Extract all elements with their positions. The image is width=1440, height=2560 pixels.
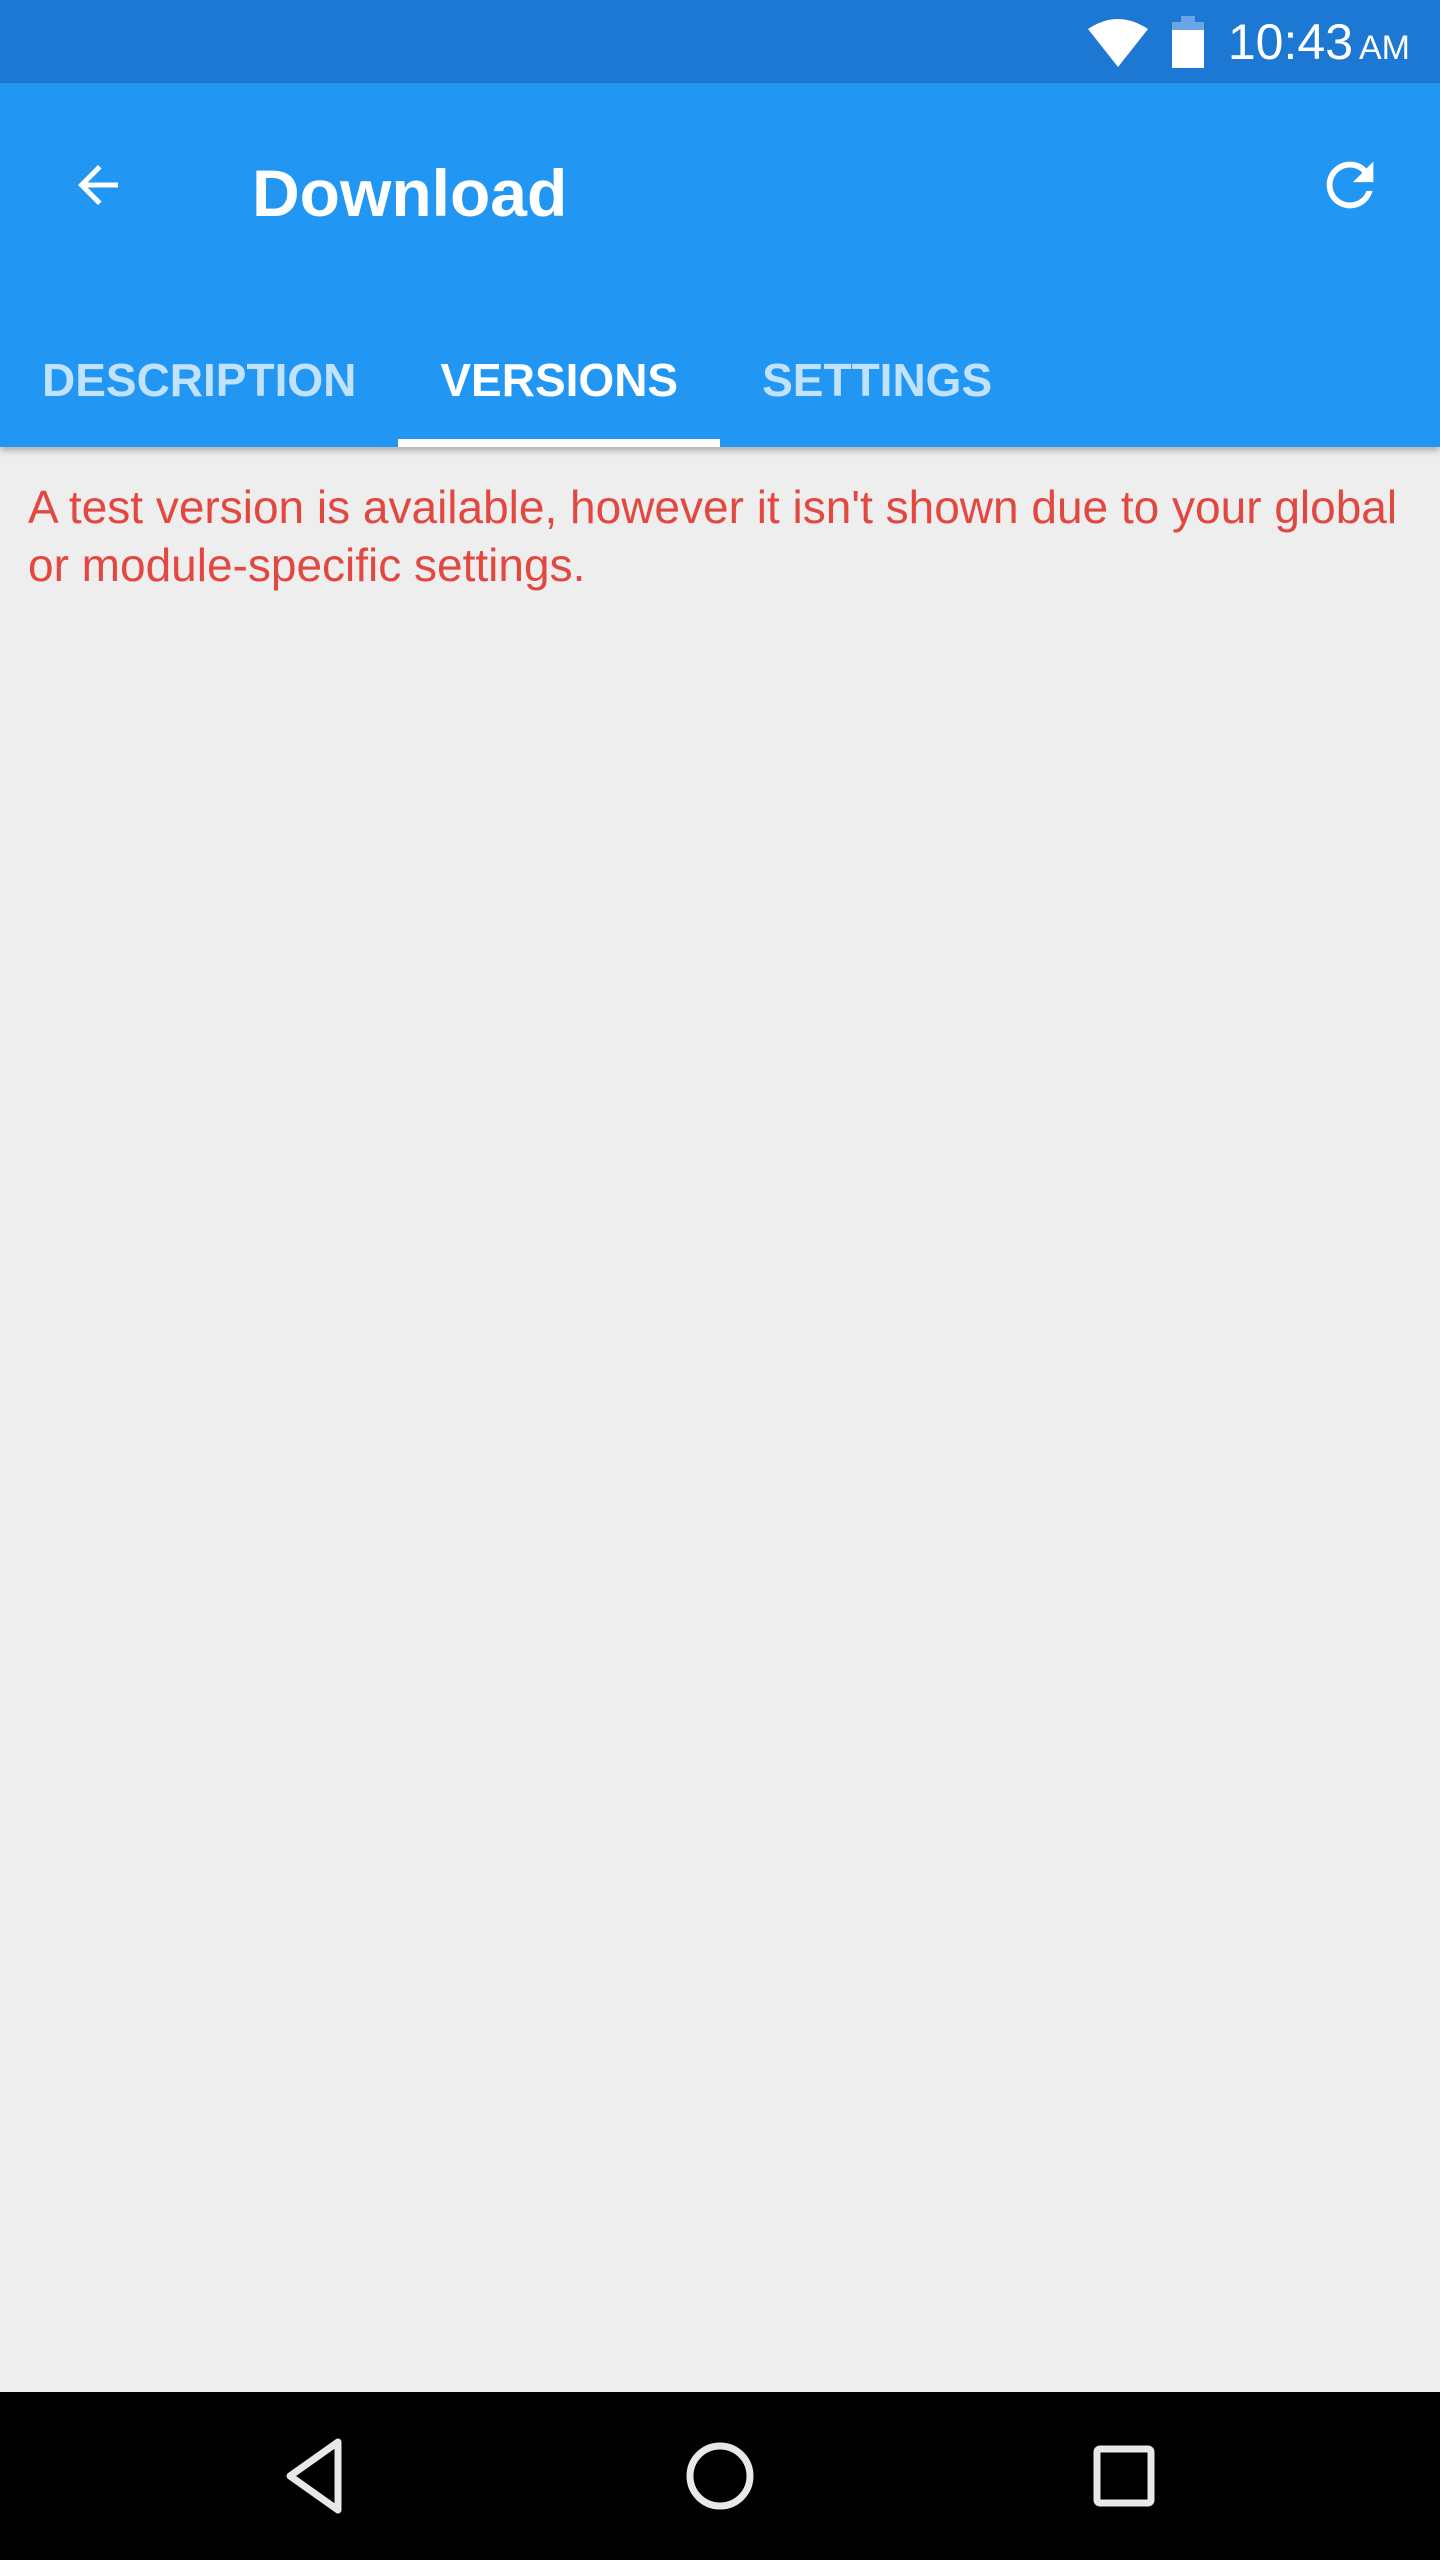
- page-title: Download: [252, 156, 568, 230]
- refresh-button[interactable]: [1300, 135, 1400, 235]
- clock-time: 10:43: [1227, 13, 1353, 70]
- nav-recents-button[interactable]: [1064, 2416, 1184, 2536]
- tab-description[interactable]: DESCRIPTION: [0, 313, 398, 447]
- tab-settings[interactable]: SETTINGS: [720, 313, 1034, 447]
- back-button[interactable]: [48, 135, 148, 235]
- nav-back-icon: [286, 2438, 342, 2514]
- arrow-back-icon: [78, 165, 118, 205]
- tab-versions[interactable]: VERSIONS: [398, 313, 720, 447]
- nav-back-button[interactable]: [255, 2416, 375, 2536]
- nav-home-icon: [686, 2442, 754, 2510]
- navigation-bar: [0, 2392, 1440, 2560]
- battery-icon: [1171, 15, 1204, 68]
- app-bar: Download DESCRIPTION VERSIONS SETTINGS: [0, 83, 1440, 447]
- clock-ampm: AM: [1359, 28, 1410, 67]
- status-bar: 10:43 AM: [0, 0, 1440, 83]
- status-clock: 10:43 AM: [1228, 13, 1410, 71]
- nav-home-button[interactable]: [660, 2416, 780, 2536]
- wifi-icon: [1087, 18, 1148, 67]
- nav-recents-icon: [1093, 2445, 1155, 2507]
- hidden-version-notice: A test version is available, however it …: [28, 481, 1398, 591]
- refresh-icon: [1326, 161, 1374, 209]
- tab-bar: DESCRIPTION VERSIONS SETTINGS: [0, 313, 1034, 447]
